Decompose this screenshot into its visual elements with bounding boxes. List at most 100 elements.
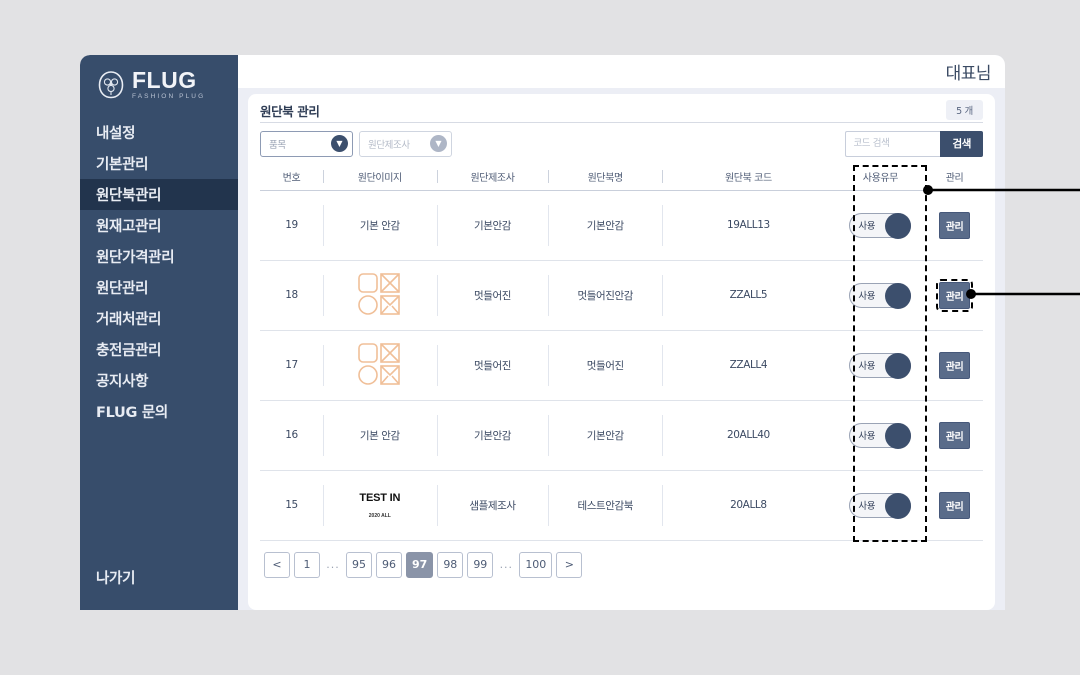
- chevron-down-icon: ▼: [331, 135, 348, 152]
- cell-usage-toggle: 사용: [834, 400, 927, 471]
- fabric-maker-select-label: 원단제조사: [368, 139, 410, 151]
- table-row[interactable]: 15 TEST IN 2020 ALL 샘플제조사 테스트안감북 20ALL8: [260, 470, 983, 541]
- image-placeholder-icon: [357, 342, 403, 389]
- toggle-knob: [885, 352, 912, 379]
- pagination-ellipsis-right: ...: [499, 558, 514, 571]
- pagination-page-1[interactable]: 1: [294, 551, 320, 578]
- chevron-down-icon: ▼: [430, 135, 447, 152]
- cell-no: 19: [260, 190, 323, 261]
- sidebar-item-flug-inquiry[interactable]: FLUG 문의: [80, 396, 238, 427]
- item-category-select-label: 품목: [269, 139, 286, 151]
- manage-button[interactable]: 관리: [938, 421, 971, 449]
- cell-code: 20ALL8: [662, 470, 835, 541]
- table-row[interactable]: 19 기본 안감 기본안감 기본안감 19ALL13 사용 관리: [260, 190, 983, 261]
- manage-button[interactable]: 관리: [938, 211, 971, 239]
- brand-logo[interactable]: FLUG FASHION PLUG: [80, 55, 238, 103]
- sidebar: FLUG FASHION PLUG 내설정 기본관리 원단북관리 원재고관리 원…: [80, 55, 238, 610]
- cell-usage-toggle: 사용: [834, 260, 927, 331]
- image-placeholder-icon: [357, 272, 403, 319]
- toggle-knob: [885, 422, 912, 449]
- cell-no: 16: [260, 400, 323, 471]
- toggle-knob: [885, 282, 912, 309]
- logout-button[interactable]: 나가기: [96, 567, 135, 588]
- usage-toggle[interactable]: 사용: [849, 212, 912, 239]
- cell-code: ZZALL4: [662, 330, 835, 401]
- column-header-maker: 원단제조사: [436, 164, 549, 191]
- sidebar-item-fabric-price-management[interactable]: 원단가격관리: [80, 241, 238, 272]
- cell-code: 20ALL40: [662, 400, 835, 471]
- cell-maker: 기본안감: [436, 400, 549, 471]
- pagination-page-97[interactable]: 97: [406, 551, 434, 578]
- table-row[interactable]: 17 멋들어진 멋들어진 ZZALL4 사용 관리: [260, 330, 983, 401]
- manage-button[interactable]: 관리: [938, 351, 971, 379]
- usage-toggle-label: 사용: [858, 361, 876, 372]
- cell-manage: 관리: [926, 260, 983, 331]
- sidebar-item-raw-stock-management[interactable]: 원재고관리: [80, 210, 238, 241]
- cell-image: [322, 260, 437, 331]
- brand-wordmark: FLUG FASHION PLUG: [132, 69, 205, 101]
- usage-toggle[interactable]: 사용: [849, 352, 912, 379]
- item-category-select[interactable]: 품목 ▼: [260, 130, 353, 157]
- sidebar-item-deposit-management[interactable]: 충전금관리: [80, 334, 238, 365]
- column-header-book-name: 원단북명: [548, 164, 663, 191]
- column-header-image: 원단이미지: [322, 164, 437, 191]
- cell-no: 17: [260, 330, 323, 401]
- sidebar-item-label: 공지사항: [96, 374, 149, 390]
- pagination-page-98[interactable]: 98: [437, 551, 464, 578]
- cell-usage-toggle: 사용: [834, 330, 927, 401]
- cell-manage: 관리: [926, 330, 983, 401]
- pagination-prev[interactable]: <: [264, 551, 290, 578]
- sidebar-item-fabric-management[interactable]: 원단관리: [80, 272, 238, 303]
- manage-button[interactable]: 관리: [938, 491, 971, 519]
- cell-image: 기본 안감: [322, 190, 437, 261]
- column-header-usage: 사용유무: [834, 164, 927, 191]
- table-head: 번호 원단이미지 원단제조사 원단북명 원단북 코드 사용유무 관리: [260, 164, 983, 191]
- fabric-maker-select[interactable]: 원단제조사 ▼: [359, 130, 452, 157]
- cell-manage: 관리: [926, 400, 983, 471]
- cell-book-name: 멋들어진안감: [548, 260, 663, 331]
- manage-button[interactable]: 관리: [935, 278, 974, 312]
- sidebar-item-client-management[interactable]: 거래처관리: [80, 303, 238, 334]
- cell-image: 기본 안감: [322, 400, 437, 471]
- column-header-manage: 관리: [926, 164, 983, 191]
- sidebar-item-label: 내설정: [96, 126, 136, 142]
- search-input[interactable]: [845, 130, 941, 157]
- cell-image: [322, 330, 437, 401]
- table-row[interactable]: 16 기본 안감 기본안감 기본안감 20ALL40 사용 관리: [260, 400, 983, 471]
- cell-no: 18: [260, 260, 323, 331]
- table-row[interactable]: 18 멋들어진 멋들어진안감 ZZALL5 사용 관리: [260, 260, 983, 331]
- fabric-image-text: TEST IN: [359, 491, 401, 504]
- screen-root: FLUG FASHION PLUG 내설정 기본관리 원단북관리 원재고관리 원…: [0, 0, 1080, 675]
- cell-maker: 샘플제조사: [436, 470, 549, 541]
- table-body: 19 기본 안감 기본안감 기본안감 19ALL13 사용 관리 18 멋들어진…: [260, 190, 983, 541]
- cell-book-name: 기본안감: [548, 400, 663, 471]
- pagination-page-100[interactable]: 100: [519, 551, 553, 578]
- sidebar-item-fabric-book-management[interactable]: 원단북관리: [80, 179, 238, 210]
- flug-emblem-icon: [96, 70, 126, 100]
- toggle-knob: [885, 492, 912, 519]
- usage-toggle[interactable]: 사용: [849, 282, 912, 309]
- usage-toggle-label: 사용: [858, 501, 876, 512]
- brand-name: FLUG: [132, 67, 197, 94]
- sidebar-item-label: FLUG 문의: [96, 405, 168, 421]
- table-wrap: 번호 원단이미지 원단제조사 원단북명 원단북 코드 사용유무 관리 19 기본…: [260, 164, 983, 542]
- cell-manage: 관리: [926, 190, 983, 261]
- search-button[interactable]: 검색: [940, 130, 983, 157]
- usage-toggle-label: 사용: [858, 221, 876, 232]
- user-label[interactable]: 대표님: [946, 59, 992, 84]
- cell-book-name: 멋들어진: [548, 330, 663, 401]
- fabric-image-text: 기본 안감: [359, 219, 400, 232]
- pagination-page-99[interactable]: 99: [467, 551, 494, 578]
- sidebar-item-basic-management[interactable]: 기본관리: [80, 148, 238, 179]
- pagination-page-96[interactable]: 96: [376, 551, 402, 578]
- usage-toggle[interactable]: 사용: [849, 422, 912, 449]
- cell-code: 19ALL13: [662, 190, 835, 261]
- pagination-next[interactable]: >: [556, 551, 583, 578]
- usage-toggle[interactable]: 사용: [849, 492, 912, 519]
- sidebar-item-my-settings[interactable]: 내설정: [80, 117, 238, 148]
- pagination-page-95[interactable]: 95: [346, 551, 372, 578]
- sidebar-item-label: 원재고관리: [96, 219, 162, 235]
- cell-usage-toggle: 사용: [834, 470, 927, 541]
- cell-book-name: 테스트안감북: [548, 470, 663, 541]
- sidebar-item-notice[interactable]: 공지사항: [80, 365, 238, 396]
